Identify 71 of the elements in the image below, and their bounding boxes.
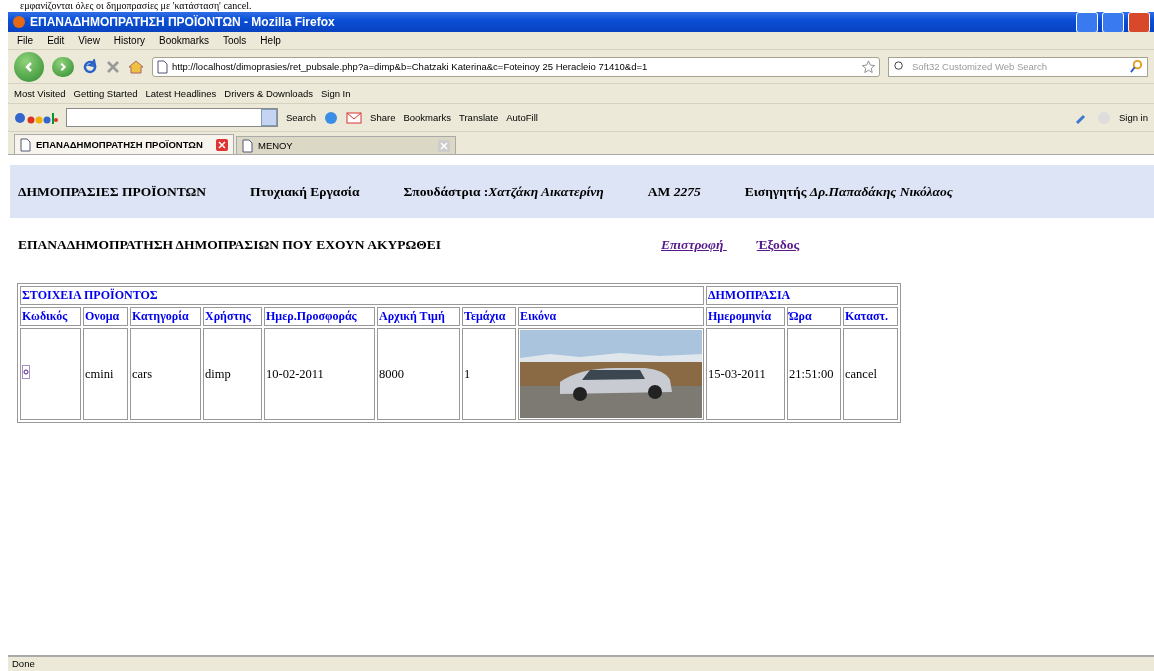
search-bar[interactable]: Soft32 Customized Web Search bbox=[888, 56, 1148, 77]
column-header: Κατηγορία bbox=[130, 307, 201, 326]
autofill-button[interactable]: AutoFill bbox=[506, 112, 538, 123]
column-header: Καταστ. bbox=[843, 307, 898, 326]
back-button[interactable] bbox=[14, 51, 44, 82]
close-button[interactable] bbox=[1128, 11, 1150, 33]
google-search-field[interactable] bbox=[66, 108, 278, 127]
column-header: Χρήστης bbox=[203, 307, 262, 326]
browser-tab[interactable]: ΕΠΑΝΑΔΗΜΟΠΡΑΤΗΣΗ ΠΡΟΪΟΝΤΩΝ bbox=[14, 134, 234, 154]
window-title: ΕΠΑΝΑΔΗΜΟΠΡΑΤΗΣΗ ΠΡΟΪΟΝΤΩΝ - Mozilla Firefox bbox=[30, 15, 336, 29]
minimize-button[interactable] bbox=[1076, 11, 1098, 33]
bookmark-item[interactable]: Sign In bbox=[320, 88, 351, 99]
search-icon[interactable] bbox=[1130, 60, 1143, 73]
header-text: ΑΜ 2275 bbox=[647, 183, 701, 200]
page-title: ΕΠΑΝΑΔΗΜΟΠΡΑΤΗΣΗ ΔΗΜΟΠΡΑΣΙΩΝ ΠΟΥ ΕΧΟΥΝ ΑΚΥΡΩΘΕΙ bbox=[18, 237, 442, 253]
share-button[interactable]: Share bbox=[370, 112, 396, 123]
search-button[interactable]: Search bbox=[286, 112, 317, 123]
menu-item[interactable]: Tools bbox=[220, 35, 250, 46]
menu-item[interactable]: Bookmarks bbox=[156, 35, 212, 46]
column-header: Ημερομηνία bbox=[706, 307, 785, 326]
column-header: Εικόνα bbox=[518, 307, 704, 326]
group-header: ΣΤΟΙΧΕΙΑ ΠΡΟΪΟΝΤΟΣ bbox=[20, 286, 704, 305]
table-cell: cancel bbox=[843, 328, 898, 420]
table-cell: 1 bbox=[462, 328, 516, 420]
stop-icon[interactable] bbox=[106, 59, 120, 74]
bookmarks-button[interactable]: Bookmarks bbox=[403, 112, 451, 123]
table-cell: cars bbox=[130, 328, 201, 420]
menu-item[interactable]: File bbox=[14, 35, 37, 46]
forward-button[interactable] bbox=[52, 56, 74, 77]
page-icon bbox=[20, 137, 31, 152]
page-icon bbox=[242, 138, 253, 153]
document-caption: εμφανίζονται όλες οι δημοπρασίες με 'κατάσταση' cancel. bbox=[19, 0, 253, 12]
table-cell: dimp bbox=[203, 328, 262, 420]
header-text: Εισηγητής Δρ.Παπαδάκης Νικόλαος bbox=[744, 183, 953, 200]
column-header: Κωδικός bbox=[20, 307, 81, 326]
bookmark-item[interactable]: Latest Headlines bbox=[145, 88, 217, 99]
header-text: Σπουδάστρια :Χατζάκη Αικατερίνη bbox=[403, 183, 604, 200]
column-header: Ώρα bbox=[787, 307, 841, 326]
bookmark-item[interactable]: Most Visited bbox=[14, 88, 66, 99]
header-text: ΔΗΜΟΠΡΑΣΙΕΣ ΠΡΟΪΟΝΤΩΝ bbox=[18, 183, 207, 200]
column-header: Τεμάχια bbox=[462, 307, 516, 326]
bookmark-item[interactable]: Getting Started bbox=[73, 88, 138, 99]
browser-tab[interactable]: ΜΕΝΟΥ bbox=[236, 136, 456, 154]
table-cell: 21:51:00 bbox=[787, 328, 841, 420]
page-icon bbox=[157, 59, 168, 74]
header-text: Πτυχιακή Εργασία bbox=[250, 183, 360, 200]
menu-item[interactable]: Help bbox=[257, 35, 284, 46]
broken-image-icon[interactable] bbox=[22, 365, 30, 379]
table-cell: 10-02-2011 bbox=[264, 328, 375, 420]
restore-button[interactable] bbox=[1102, 11, 1124, 33]
table-cell: cmini bbox=[83, 328, 128, 420]
nav-link[interactable]: Έξοδος bbox=[756, 237, 800, 253]
column-header: Ημερ.Προσφοράς bbox=[264, 307, 375, 326]
translate-button[interactable]: Translate bbox=[459, 112, 499, 123]
column-header: Αρχική Τιμή bbox=[377, 307, 460, 326]
nav-link[interactable]: Επιστροφή bbox=[661, 237, 727, 253]
menu-item[interactable]: Edit bbox=[44, 35, 68, 46]
status-text: Done bbox=[8, 655, 1154, 671]
menu-item[interactable]: History bbox=[110, 35, 148, 46]
group-header: ΔΗΜΟΠΡΑΣΙΑ bbox=[706, 286, 898, 305]
sign-in-link[interactable]: Sign in bbox=[1118, 112, 1148, 123]
bookmark-item[interactable]: Drivers & Downloads bbox=[224, 88, 313, 99]
star-icon[interactable] bbox=[862, 60, 875, 73]
home-icon[interactable] bbox=[128, 58, 144, 75]
address-field[interactable]: http://localhost/dimoprasies/ret_pubsale.php?a=dimp&b=Chatzaki Katerina&c=Foteinoy 25 Heracleio 71410&d=1 bbox=[152, 56, 880, 77]
column-header: Ονομα bbox=[83, 307, 128, 326]
close-tab-icon[interactable] bbox=[216, 138, 228, 151]
menu-item[interactable]: View bbox=[75, 35, 103, 46]
table-cell: 15-03-2011 bbox=[706, 328, 785, 420]
mail-icon[interactable] bbox=[346, 111, 363, 124]
table-cell: 8000 bbox=[377, 328, 460, 420]
